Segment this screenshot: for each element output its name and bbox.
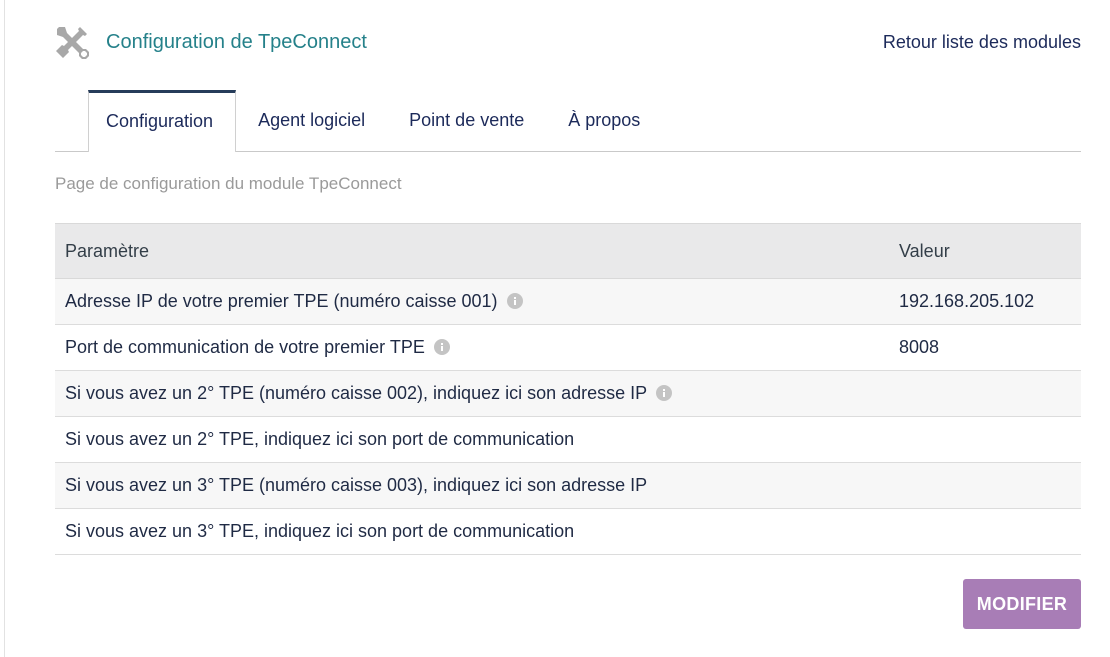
value-cell: 8008 <box>889 324 1081 371</box>
left-border <box>4 0 5 657</box>
header: Configuration de TpeConnect Retour liste… <box>55 24 1081 60</box>
value-cell <box>889 462 1081 509</box>
tools-icon <box>56 27 89 59</box>
table-header-row: Paramètre Valeur <box>55 223 1081 279</box>
tab-agent-logiciel[interactable]: Agent logiciel <box>236 90 387 151</box>
value-cell <box>889 416 1081 463</box>
value-cell: 192.168.205.102 <box>889 278 1081 325</box>
param-cell: Port de communication de votre premier T… <box>55 324 889 371</box>
param-cell: Si vous avez un 3° TPE, indiquez ici son… <box>55 508 889 555</box>
tab-label: Configuration <box>106 110 214 131</box>
column-header-value: Valeur <box>889 223 1081 279</box>
value-cell <box>889 370 1081 417</box>
tab-label: À propos <box>568 110 641 130</box>
column-header-param: Paramètre <box>55 223 889 279</box>
table-row[interactable]: Si vous avez un 2° TPE (numéro caisse 00… <box>55 370 1081 417</box>
parameters-table: Paramètre Valeur Adresse IP de votre pre… <box>55 223 1081 555</box>
param-cell: Si vous avez un 2° TPE, indiquez ici son… <box>55 416 889 463</box>
title-group: Configuration de TpeConnect <box>55 25 367 59</box>
tab-a-propos[interactable]: À propos <box>546 90 662 151</box>
param-cell: Adresse IP de votre premier TPE (numéro … <box>55 278 889 325</box>
back-to-modules-link[interactable]: Retour liste des modules <box>883 32 1081 53</box>
page-title: Configuration de TpeConnect <box>106 30 367 53</box>
param-cell: Si vous avez un 2° TPE (numéro caisse 00… <box>55 370 889 417</box>
tab-bar: Configuration Agent logiciel Point de ve… <box>55 90 1081 152</box>
tab-label: Point de vente <box>409 110 525 130</box>
table-row[interactable]: Si vous avez un 2° TPE, indiquez ici son… <box>55 416 1081 463</box>
param-label: Si vous avez un 2° TPE, indiquez ici son… <box>65 429 575 449</box>
info-icon[interactable] <box>655 385 672 401</box>
tab-point-de-vente[interactable]: Point de vente <box>387 90 546 151</box>
page: Configuration de TpeConnect Retour liste… <box>0 0 1110 657</box>
modify-button[interactable]: MODIFIER <box>963 579 1081 629</box>
table-row[interactable]: Si vous avez un 3° TPE, indiquez ici son… <box>55 508 1081 555</box>
info-icon[interactable] <box>433 339 450 355</box>
param-cell: Si vous avez un 3° TPE (numéro caisse 00… <box>55 462 889 509</box>
tab-label: Agent logiciel <box>258 110 366 130</box>
param-label: Port de communication de votre premier T… <box>65 337 425 357</box>
info-icon[interactable] <box>506 293 523 309</box>
param-label: Si vous avez un 3° TPE, indiquez ici son… <box>65 521 575 541</box>
page-description: Page de configuration du module TpeConne… <box>55 174 402 193</box>
table-row[interactable]: Adresse IP de votre premier TPE (numéro … <box>55 278 1081 325</box>
param-label: Si vous avez un 2° TPE (numéro caisse 00… <box>65 383 647 403</box>
table-row[interactable]: Port de communication de votre premier T… <box>55 324 1081 371</box>
tab-configuration[interactable]: Configuration <box>88 90 237 152</box>
param-label: Si vous avez un 3° TPE (numéro caisse 00… <box>65 475 648 495</box>
table-row[interactable]: Si vous avez un 3° TPE (numéro caisse 00… <box>55 462 1081 509</box>
param-label: Adresse IP de votre premier TPE (numéro … <box>65 291 498 311</box>
value-cell <box>889 508 1081 555</box>
